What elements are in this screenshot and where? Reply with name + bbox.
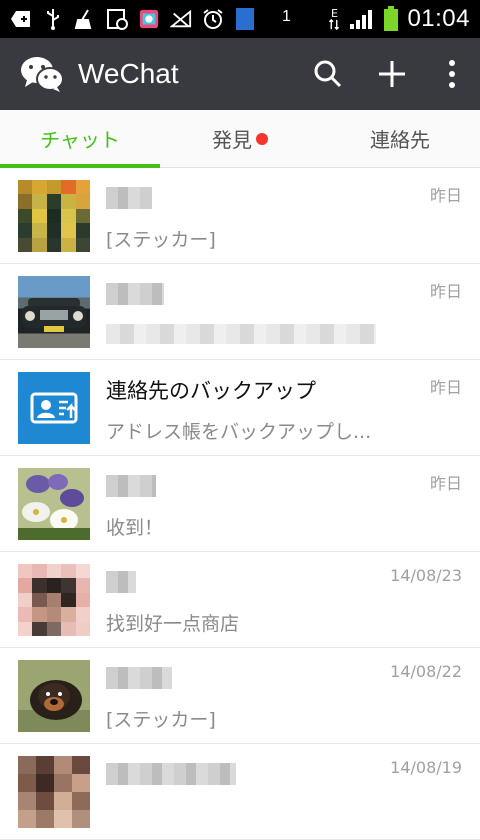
search-button[interactable] — [296, 38, 360, 110]
chat-time: 昨日 — [429, 378, 462, 397]
cleaner-icon — [74, 8, 96, 30]
clock: 01:04 — [407, 5, 470, 32]
app-title: WeChat — [78, 58, 179, 89]
chat-time: 昨日 — [429, 186, 462, 205]
add-notification-icon — [10, 8, 32, 30]
chat-row[interactable]: 14/08/19 — [0, 744, 480, 840]
avatar — [18, 660, 90, 732]
chat-row[interactable]: 連絡先のバックアップ アドレス帳をバックアップし... 昨日 — [0, 360, 480, 456]
search-icon — [314, 60, 342, 88]
chat-list: [ステッカー] 昨日 昨日 連絡先のバックアップ アドレス帳をバックアップし..… — [0, 168, 480, 840]
chat-name — [106, 758, 380, 790]
chat-name — [106, 182, 380, 214]
chat-preview: 收到！ — [106, 516, 164, 539]
avatar — [18, 564, 90, 636]
chat-name — [106, 278, 380, 310]
wechat-logo-icon — [18, 50, 66, 98]
data-icon: E — [327, 8, 341, 30]
no-signal-icon — [170, 8, 192, 30]
sim-icon — [234, 8, 256, 30]
chat-name — [106, 566, 380, 598]
new-badge — [256, 132, 268, 145]
contact-backup-icon — [30, 392, 78, 424]
chat-row[interactable]: 找到好一点商店 14/08/23 — [0, 552, 480, 648]
chat-time: 昨日 — [429, 474, 462, 493]
add-button[interactable] — [360, 38, 424, 110]
more-button[interactable] — [424, 38, 480, 110]
sim-number: 1 — [282, 8, 291, 25]
chat-preview: [ステッカー] — [106, 228, 216, 251]
chat-preview: 找到好一点商店 — [106, 612, 240, 635]
usb-icon — [42, 8, 64, 30]
battery-icon — [383, 6, 399, 31]
chat-preview — [106, 800, 380, 828]
alarm-icon — [202, 8, 224, 30]
tab-contacts[interactable]: 連絡先 — [320, 110, 480, 167]
more-icon — [449, 60, 455, 88]
backup-avatar — [18, 372, 90, 444]
chat-time: 14/08/19 — [390, 758, 462, 777]
chat-time: 14/08/23 — [390, 566, 462, 585]
chat-preview: アドレス帳をバックアップし... — [106, 420, 372, 443]
tab-discover[interactable]: 発見 — [160, 110, 320, 167]
chat-row[interactable]: 收到！ 昨日 — [0, 456, 480, 552]
app-bar: WeChat — [0, 38, 480, 110]
chat-time: 昨日 — [429, 282, 462, 301]
screenshot-icon — [106, 8, 128, 30]
tab-chats[interactable]: チャット — [0, 110, 160, 168]
chat-time: 14/08/22 — [390, 662, 462, 681]
chat-name: 連絡先のバックアップ — [106, 379, 316, 403]
chat-preview — [106, 320, 380, 348]
signal-icon — [349, 8, 375, 30]
chat-name — [106, 470, 380, 502]
chat-row[interactable]: [ステッカー] 14/08/22 — [0, 648, 480, 744]
avatar — [18, 468, 90, 540]
status-bar: 1 E 01:04 — [0, 0, 480, 38]
plus-icon — [379, 61, 405, 87]
avatar — [18, 756, 90, 828]
tab-bar: チャット 発見 連絡先 — [0, 110, 480, 168]
chat-row[interactable]: 昨日 — [0, 264, 480, 360]
avatar — [18, 276, 90, 348]
chat-preview: [ステッカー] — [106, 708, 216, 731]
chat-row[interactable]: [ステッカー] 昨日 — [0, 168, 480, 264]
chat-name — [106, 662, 380, 694]
avatar — [18, 180, 90, 252]
store-icon — [138, 8, 160, 30]
